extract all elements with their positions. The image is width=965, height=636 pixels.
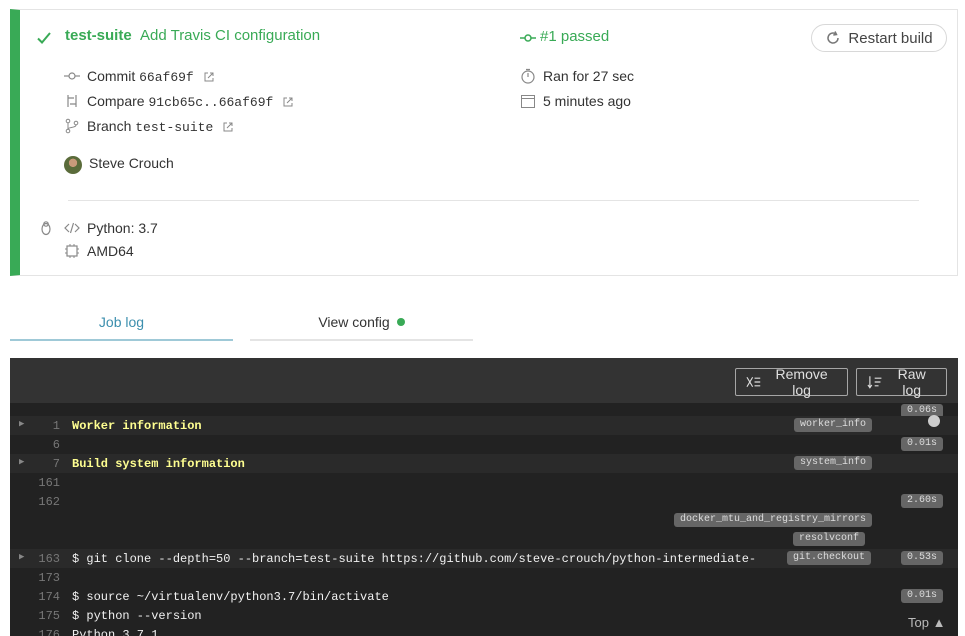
fold-tag: system_info — [794, 456, 873, 470]
line-number: 163 — [38, 552, 60, 566]
repo-link[interactable]: test-suite — [65, 27, 132, 44]
commit-label: Commit — [87, 68, 136, 84]
commit-message: Add Travis CI configuration — [140, 27, 321, 44]
line-number: 1 — [52, 419, 60, 433]
scroll-top-label: Top — [908, 615, 929, 630]
line-number: 7 — [52, 457, 60, 471]
line-number: 174 — [38, 590, 60, 604]
remove-log-label: Remove log — [775, 366, 828, 398]
remove-log-icon — [746, 376, 761, 388]
line-number: 173 — [38, 571, 60, 585]
external-link-icon — [204, 72, 214, 82]
commit-status-icon — [520, 34, 536, 42]
raw-log-label: Raw log — [897, 366, 926, 398]
build-duration: Ran for 27 sec — [543, 68, 635, 84]
line-number: 161 — [38, 476, 60, 490]
language-label: Python: 3.7 — [87, 220, 158, 236]
line-number: 176 — [38, 628, 60, 636]
scroll-top-link[interactable]: Top ▲ — [908, 615, 945, 630]
log-row: 175 $ python --version — [10, 606, 958, 625]
line-number: 6 — [52, 438, 60, 452]
log-row[interactable]: ▶ 1 Worker information worker_info — [10, 416, 958, 435]
commit-row[interactable]: Commit 66af69f — [87, 68, 214, 85]
author-name: Steve Crouch — [89, 155, 174, 171]
log-toolbar: Remove log Raw log — [10, 358, 958, 403]
caret-up-icon: ▲ — [932, 615, 946, 630]
cpu-icon — [65, 244, 79, 258]
tab-view-config[interactable]: View config — [250, 309, 473, 341]
external-link-icon — [223, 122, 233, 132]
line-number: 175 — [38, 609, 60, 623]
log-time-badge: 0.01s — [901, 437, 944, 451]
scroll-handle[interactable] — [928, 415, 940, 427]
tab-view-config-label: View config — [318, 314, 390, 330]
branch-icon — [65, 118, 79, 134]
fold-arrow-icon[interactable]: ▶ — [19, 552, 24, 562]
job-log-panel: Remove log Raw log 0.06s ▶ 1 Worker info… — [10, 358, 958, 636]
linux-icon — [41, 221, 51, 236]
log-row: 176 Python 3.7.1 — [10, 625, 958, 636]
raw-log-icon — [867, 376, 882, 389]
build-status: #1 passed — [540, 28, 610, 45]
log-text: Build system information — [72, 457, 245, 471]
branch-row[interactable]: Branch test-suite — [87, 118, 233, 135]
tab-job-log[interactable]: Job log — [10, 309, 233, 341]
compare-row[interactable]: Compare 91cb65c..66af69f — [87, 93, 293, 110]
check-icon — [37, 32, 51, 44]
stopwatch-icon — [521, 68, 535, 84]
log-row[interactable]: ▶ 163 $ git clone --depth=50 --branch=te… — [10, 549, 958, 568]
log-time-badge: 0.01s — [901, 589, 944, 603]
build-summary-card: test-suite Add Travis CI configuration #… — [10, 9, 958, 276]
restart-build-button[interactable]: Restart build — [811, 24, 947, 52]
line-number: 162 — [38, 495, 60, 509]
fold-tag: git.checkout — [787, 551, 872, 565]
arch-label: AMD64 — [87, 243, 134, 259]
commit-hash: 66af69f — [139, 70, 194, 85]
fold-tag: worker_info — [794, 418, 873, 432]
branch-label: Branch — [87, 118, 132, 134]
tab-job-log-label: Job log — [98, 314, 145, 330]
fold-tag: resolvconf — [793, 532, 866, 546]
compare-label: Compare — [87, 93, 145, 109]
commit-icon — [64, 72, 80, 80]
build-finished: 5 minutes ago — [543, 93, 631, 109]
compare-icon — [67, 95, 77, 107]
log-text: Worker information — [72, 419, 202, 433]
log-text: $ python --version — [72, 609, 202, 623]
log-row[interactable]: ▶ 7 Build system information system_info — [10, 454, 958, 473]
log-time-badge: 0.53s — [901, 551, 944, 565]
log-row: 161 — [10, 473, 958, 492]
branch-name: test-suite — [135, 120, 214, 135]
log-row: 174 $ source ~/virtualenv/python3.7/bin/… — [10, 587, 958, 606]
restart-icon — [827, 31, 840, 44]
log-tabs: Job log View config — [10, 309, 475, 341]
log-text: $ git clone --depth=50 --branch=test-sui… — [72, 552, 757, 566]
log-text: $ source ~/virtualenv/python3.7/bin/acti… — [72, 590, 389, 604]
remove-log-button[interactable]: Remove log — [735, 366, 848, 398]
log-row: 173 — [10, 568, 958, 587]
fold-tag: docker_mtu_and_registry_mirrors — [674, 513, 873, 527]
avatar — [64, 156, 82, 174]
log-time-badge: 2.60s — [901, 494, 944, 508]
log-text: Python 3.7.1 — [72, 628, 159, 636]
raw-log-button[interactable]: Raw log — [856, 366, 947, 398]
restart-build-label: Restart build — [848, 29, 933, 47]
fold-arrow-icon[interactable]: ▶ — [19, 457, 24, 467]
external-link-icon — [283, 97, 293, 107]
log-row: 162 2.60s — [10, 492, 958, 511]
code-icon — [64, 222, 80, 234]
config-status-dot — [396, 318, 405, 326]
divider — [68, 200, 919, 201]
fold-arrow-icon[interactable]: ▶ — [19, 419, 24, 429]
log-row: 6 0.01s — [10, 435, 958, 454]
calendar-icon — [521, 95, 535, 108]
compare-range: 91cb65c..66af69f — [148, 95, 274, 110]
